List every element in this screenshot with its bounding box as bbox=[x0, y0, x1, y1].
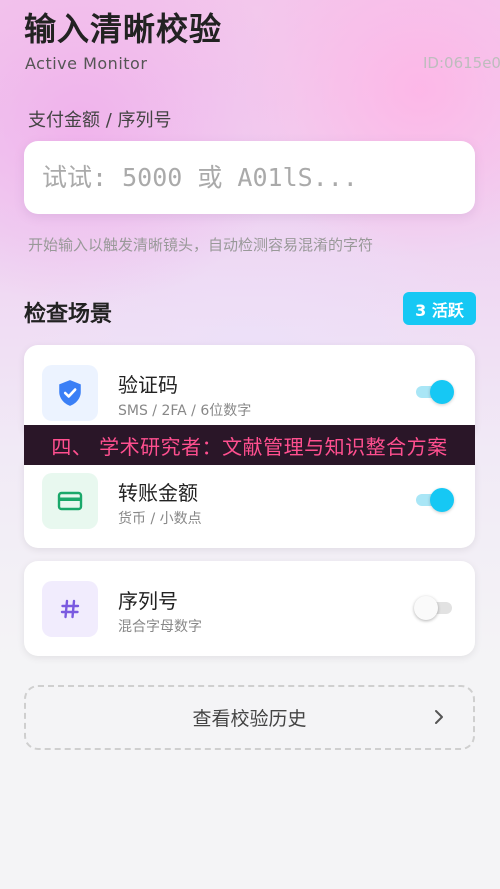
chevron-right-icon bbox=[435, 710, 443, 724]
view-history-button[interactable]: 查看校验历史 bbox=[24, 685, 475, 750]
scene-desc: 货币 / 小数点 bbox=[118, 511, 202, 527]
input-label: 支付金额 / 序列号 bbox=[28, 110, 172, 131]
scene-icon-box bbox=[42, 473, 98, 529]
toggle-transfer-amount[interactable] bbox=[414, 487, 454, 513]
scene-card-serial-number: 序列号 混合字母数字 bbox=[24, 561, 475, 656]
scene-card-transfer-amount: 转账金额 货币 / 小数点 bbox=[24, 453, 475, 548]
input-hint: 开始输入以触发清晰镜头，自动检测容易混淆的字符 bbox=[28, 236, 374, 254]
scene-desc: 混合字母数字 bbox=[118, 619, 202, 635]
device-id: ID:0615e0 bbox=[423, 54, 500, 72]
page-subtitle: Active Monitor bbox=[25, 54, 148, 73]
view-history-label: 查看校验历史 bbox=[192, 708, 307, 730]
toggle-knob bbox=[414, 596, 438, 620]
scene-icon-box bbox=[42, 581, 98, 637]
page-title: 输入清晰校验 bbox=[24, 10, 223, 48]
toggle-knob bbox=[430, 488, 454, 512]
overlay-banner: 四、 学术研究者：文献管理与知识整合方案 bbox=[24, 425, 475, 465]
credit-card-icon bbox=[57, 491, 83, 511]
app-screen: 输入清晰校验 Active Monitor ID:0615e0 支付金额 / 序… bbox=[0, 0, 500, 889]
active-count-badge: 3 活跃 bbox=[403, 292, 476, 325]
scene-title: 序列号 bbox=[118, 589, 178, 613]
scene-title: 转账金额 bbox=[118, 481, 198, 505]
toggle-knob bbox=[430, 380, 454, 404]
hash-icon bbox=[60, 599, 80, 619]
amount-serial-field bbox=[24, 141, 475, 214]
scene-icon-box bbox=[42, 365, 98, 421]
section-title: 检查场景 bbox=[24, 302, 113, 327]
amount-serial-input[interactable] bbox=[24, 141, 475, 214]
toggle-serial-number[interactable] bbox=[414, 595, 454, 621]
scene-desc: SMS / 2FA / 6位数字 bbox=[118, 403, 252, 419]
shield-check-icon bbox=[59, 380, 81, 406]
toggle-verification-code[interactable] bbox=[414, 379, 454, 405]
scene-title: 验证码 bbox=[118, 373, 178, 397]
